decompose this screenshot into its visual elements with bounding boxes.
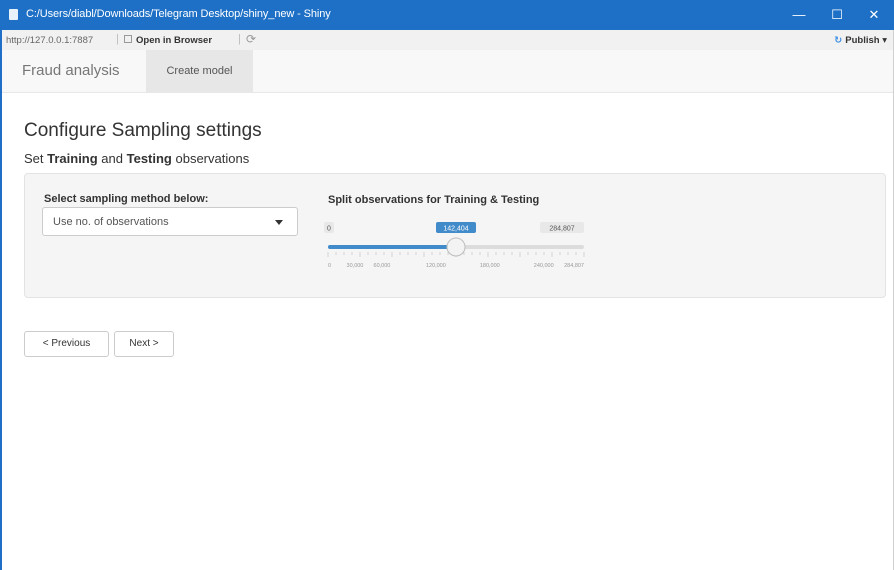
slider-tick-label: 60,000	[374, 263, 391, 269]
refresh-icon[interactable]: ⟳	[246, 32, 256, 46]
split-observations-slider[interactable]: 0 284,807 142,404 0 30,000 60,000 120,000 18…	[320, 222, 600, 277]
slider-max-label: 284,807	[549, 226, 574, 233]
publish-label: Publish	[845, 35, 880, 46]
separator: |	[116, 33, 119, 45]
publish-icon: ↻	[834, 35, 843, 46]
next-button[interactable]: Next >	[114, 331, 174, 357]
url-text: http://127.0.0.1:7887	[6, 35, 94, 46]
subtitle-bold-testing: Testing	[126, 151, 172, 166]
slider-handle[interactable]	[446, 237, 466, 257]
slider-tick-label: 30,000	[347, 263, 364, 269]
navbar: Fraud analysis Create model	[2, 50, 893, 93]
subtitle-text: and	[97, 151, 127, 166]
sampling-method-value: Use no. of observations	[53, 216, 169, 228]
subtitle-text: observations	[171, 151, 250, 166]
close-icon[interactable]: ✕	[860, 4, 888, 26]
tab-create-model[interactable]: Create model	[146, 50, 253, 92]
caret-down-icon	[275, 220, 283, 225]
slider-value-label: 142,404	[443, 226, 468, 233]
minimize-icon[interactable]: —	[785, 4, 813, 26]
subtitle-text: Set	[24, 151, 48, 166]
previous-button[interactable]: < Previous	[24, 331, 109, 357]
slider-tick-label: 0	[328, 263, 331, 269]
slider-fill	[328, 245, 457, 249]
slider-tick-label: 120,000	[426, 263, 446, 269]
subtitle-bold-training: Training	[47, 151, 98, 166]
title-bar: C:/Users/diabl/Downloads/Telegram Deskto…	[0, 0, 894, 30]
publish-button[interactable]: ↻ Publish ▾	[834, 35, 887, 46]
navbar-brand[interactable]: Fraud analysis	[22, 62, 120, 79]
publish-caret-icon: ▾	[882, 35, 887, 46]
page-subtitle: Set Training and Testing observations	[24, 151, 249, 166]
open-in-browser-button[interactable]: Open in Browser	[136, 35, 212, 46]
slider-min-label: 0	[327, 226, 331, 233]
address-bar: http://127.0.0.1:7887 | Open in Browser …	[2, 30, 893, 51]
window-title: C:/Users/diabl/Downloads/Telegram Deskto…	[26, 8, 331, 20]
open-external-icon[interactable]	[124, 35, 132, 43]
page-title: Configure Sampling settings	[24, 120, 262, 141]
sampling-method-select[interactable]: Use no. of observations	[42, 207, 298, 236]
slider-tick-label: 284,807	[564, 263, 584, 269]
slider-tick-label: 180,000	[480, 263, 500, 269]
separator: |	[238, 33, 241, 45]
maximize-icon[interactable]: ☐	[823, 4, 851, 26]
split-slider-label: Split observations for Training & Testin…	[328, 194, 540, 206]
sampling-method-label: Select sampling method below:	[44, 193, 209, 205]
slider-tick-label: 240,000	[534, 263, 554, 269]
app-icon	[9, 9, 18, 20]
